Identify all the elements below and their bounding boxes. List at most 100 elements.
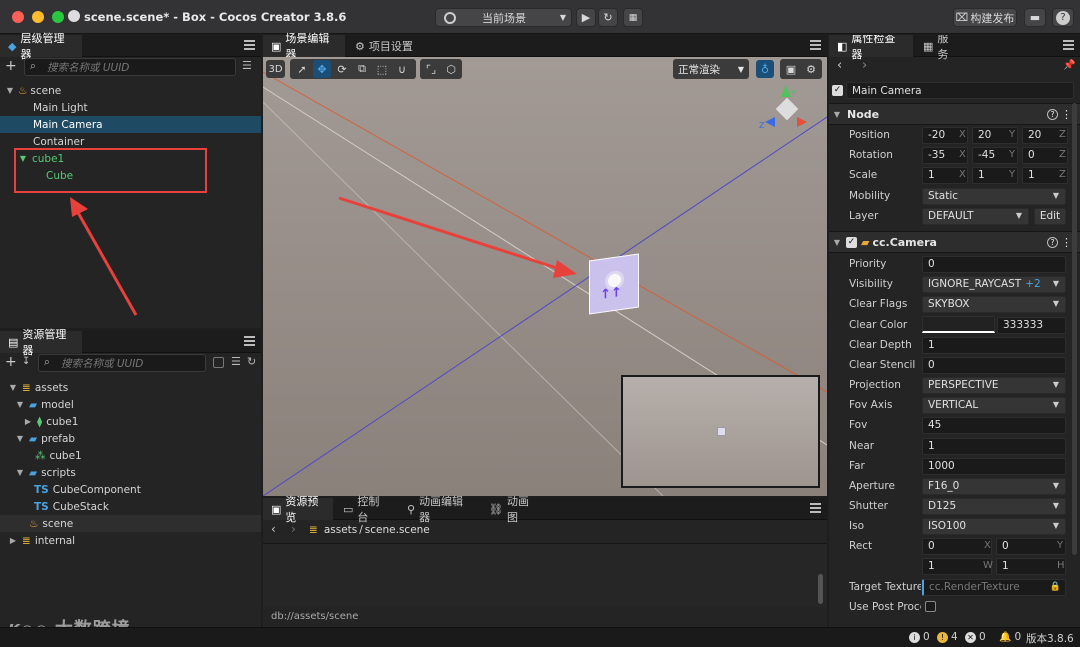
tab-console[interactable]: ▭ 控制台	[335, 495, 397, 524]
sort-icon[interactable]: ↧	[22, 356, 30, 367]
camera-button[interactable]: ▣	[782, 60, 800, 78]
tab-inspector[interactable]: ◧ 属性检查器	[829, 35, 913, 61]
tab-animation-graph[interactable]: ⛓ 动画图	[481, 495, 543, 524]
node-name-input[interactable]: Main Camera	[846, 82, 1074, 99]
rect-y-input[interactable]: 0	[996, 537, 1066, 555]
assets-search-input[interactable]: ⌕ 搜索名称或 UUID	[38, 354, 206, 372]
shutter-select[interactable]: D125 ▼	[922, 497, 1066, 515]
hierarchy-search-input[interactable]: ⌕ 搜索名称或 UUID	[24, 58, 236, 76]
asset-item-model[interactable]: ▼ ▰ model	[0, 396, 261, 413]
local-global-button[interactable]: ⬡	[442, 60, 460, 78]
info-count[interactable]: i0	[909, 631, 930, 643]
pivot-button[interactable]: ⌜⌟	[422, 60, 440, 78]
help-icon[interactable]: ?	[1047, 108, 1058, 120]
bottom-menu-icon[interactable]	[810, 503, 821, 513]
clear-depth-input[interactable]: 1	[922, 336, 1066, 354]
fov-input[interactable]: 45	[922, 416, 1066, 434]
fov-axis-select[interactable]: VERTICAL ▼	[922, 396, 1066, 414]
help-icon[interactable]: ?	[1047, 236, 1058, 248]
tab-animation-editor[interactable]: ⚲ 动画编辑器	[399, 495, 479, 524]
selected-camera-gizmo[interactable]: ↑↑	[589, 253, 639, 315]
rect-h-input[interactable]: 1	[996, 557, 1066, 575]
build-button[interactable]: ⌧ 构建发布	[953, 8, 1017, 27]
add-asset-button[interactable]: +	[5, 354, 17, 370]
tree-item-main-light[interactable]: Main Light	[0, 99, 261, 116]
preview-scrollbar[interactable]	[818, 574, 823, 604]
snap-tool-button[interactable]: ∪	[393, 60, 411, 78]
asset-item-scripts[interactable]: ▼ ▰ scripts	[0, 464, 261, 481]
tab-hierarchy[interactable]: ◆ 层级管理器	[0, 32, 82, 61]
clear-color-swatch[interactable]	[922, 316, 995, 333]
mobility-select[interactable]: Static ▼	[922, 187, 1066, 205]
light-toggle-button[interactable]: ♁	[756, 60, 774, 78]
warning-count[interactable]: ! 4	[937, 631, 958, 643]
clear-stencil-input[interactable]: 0	[922, 356, 1066, 374]
asset-item-prefab-cube1[interactable]: ⁂ cube1	[0, 447, 261, 464]
asset-item-cubecomponent[interactable]: TS CubeComponent	[0, 481, 261, 498]
breadcrumb-file[interactable]: scene.scene	[365, 524, 430, 536]
visibility-select[interactable]: IGNORE_RAYCAST +2 ▼	[922, 275, 1066, 293]
rect-tool-button[interactable]: ⬚	[373, 60, 391, 78]
tab-project-settings[interactable]: ⚙ 项目设置	[347, 35, 427, 57]
close-window-button[interactable]	[12, 11, 24, 23]
asset-item-internal[interactable]: ▶ ≣ internal	[0, 532, 261, 549]
asset-item-model-cube1[interactable]: ▶ ⧫ cube1	[0, 413, 261, 430]
forward-button[interactable]: ›	[291, 522, 296, 536]
rect-w-input[interactable]: 1	[922, 557, 992, 575]
layer-select[interactable]: DEFAULT ▼	[922, 207, 1029, 225]
folder-button[interactable]: ▬	[1024, 8, 1046, 27]
scene-settings-button[interactable]: ⚙	[802, 60, 820, 78]
asset-item-scene[interactable]: ♨ scene	[0, 515, 261, 532]
pin-icon[interactable]: 📌	[1063, 60, 1075, 71]
projection-select[interactable]: PERSPECTIVE ▼	[922, 376, 1066, 394]
refresh-button[interactable]: ↻	[598, 8, 618, 27]
tree-item-scene[interactable]: ▼ ♨ scene	[0, 82, 261, 99]
near-input[interactable]: 1	[922, 437, 1066, 455]
toggle-3d-button[interactable]: 3D	[266, 60, 285, 78]
tab-asset-preview[interactable]: ▣ 资源预览	[263, 495, 333, 524]
play-button[interactable]: ▶	[576, 8, 596, 27]
back-button[interactable]: ‹	[837, 58, 842, 73]
tab-assets[interactable]: ▤ 资源管理器	[0, 328, 82, 357]
more-icon[interactable]: ⋮	[1061, 108, 1072, 121]
more-icon[interactable]: ⋮	[1061, 236, 1072, 249]
use-post-process-checkbox[interactable]	[925, 601, 936, 612]
maximize-window-button[interactable]	[52, 11, 64, 23]
inspector-scrollbar[interactable]	[1072, 103, 1077, 555]
error-count[interactable]: ✕ 0	[965, 631, 986, 643]
aperture-select[interactable]: F16_0 ▼	[922, 477, 1066, 495]
rotate-tool-button[interactable]: ⟳	[333, 60, 351, 78]
tree-item-main-camera[interactable]: Main Camera	[0, 116, 261, 133]
scale-tool-button[interactable]: ⧉	[353, 60, 371, 78]
breadcrumb-root[interactable]: assets	[324, 524, 357, 536]
asset-item-cubestack[interactable]: TS CubeStack	[0, 498, 261, 515]
select-tool-button[interactable]: ➚	[293, 60, 311, 78]
refresh-icon[interactable]: ↻	[247, 355, 256, 368]
render-mode-select[interactable]: 正常渲染 ▼	[673, 59, 749, 79]
qrcode-button[interactable]: ▦	[623, 8, 643, 27]
collapse-all-icon[interactable]: ☰	[231, 355, 241, 368]
orientation-gizmo[interactable]: Z Y	[759, 85, 809, 135]
tab-scene-editor[interactable]: ▣ 场景编辑器	[263, 32, 345, 61]
filter-checkbox[interactable]	[213, 357, 224, 368]
scene-selector[interactable]: 当前场景 ▼	[435, 8, 572, 27]
camera-section-header[interactable]: ▼ ✓ ▰ cc.Camera ? ⋮	[829, 231, 1080, 253]
tab-services[interactable]: ▦ 服务	[915, 35, 967, 61]
clear-color-hex-input[interactable]: 333333	[997, 316, 1066, 334]
inspector-menu-icon[interactable]	[1063, 40, 1074, 50]
iso-select[interactable]: ISO100 ▼	[922, 517, 1066, 535]
move-tool-button[interactable]: ✥	[313, 60, 331, 78]
node-section-header[interactable]: ▼ Node ? ⋮	[829, 103, 1080, 125]
target-texture-input[interactable]: cc.RenderTexture 🔒	[922, 578, 1066, 596]
asset-item-assets[interactable]: ▼ ≣ assets	[0, 379, 261, 396]
notification-count[interactable]: 🔔 0	[999, 631, 1021, 643]
scene-editor-menu-icon[interactable]	[810, 40, 821, 50]
back-button[interactable]: ‹	[271, 522, 276, 536]
help-button[interactable]: ?	[1052, 8, 1074, 27]
component-enabled-checkbox[interactable]: ✓	[846, 236, 857, 248]
hierarchy-menu-icon[interactable]	[244, 40, 255, 50]
assets-menu-icon[interactable]	[244, 336, 255, 346]
add-node-button[interactable]: +	[5, 58, 17, 74]
minimize-window-button[interactable]	[32, 11, 44, 23]
clear-flags-select[interactable]: SKYBOX ▼	[922, 295, 1066, 313]
